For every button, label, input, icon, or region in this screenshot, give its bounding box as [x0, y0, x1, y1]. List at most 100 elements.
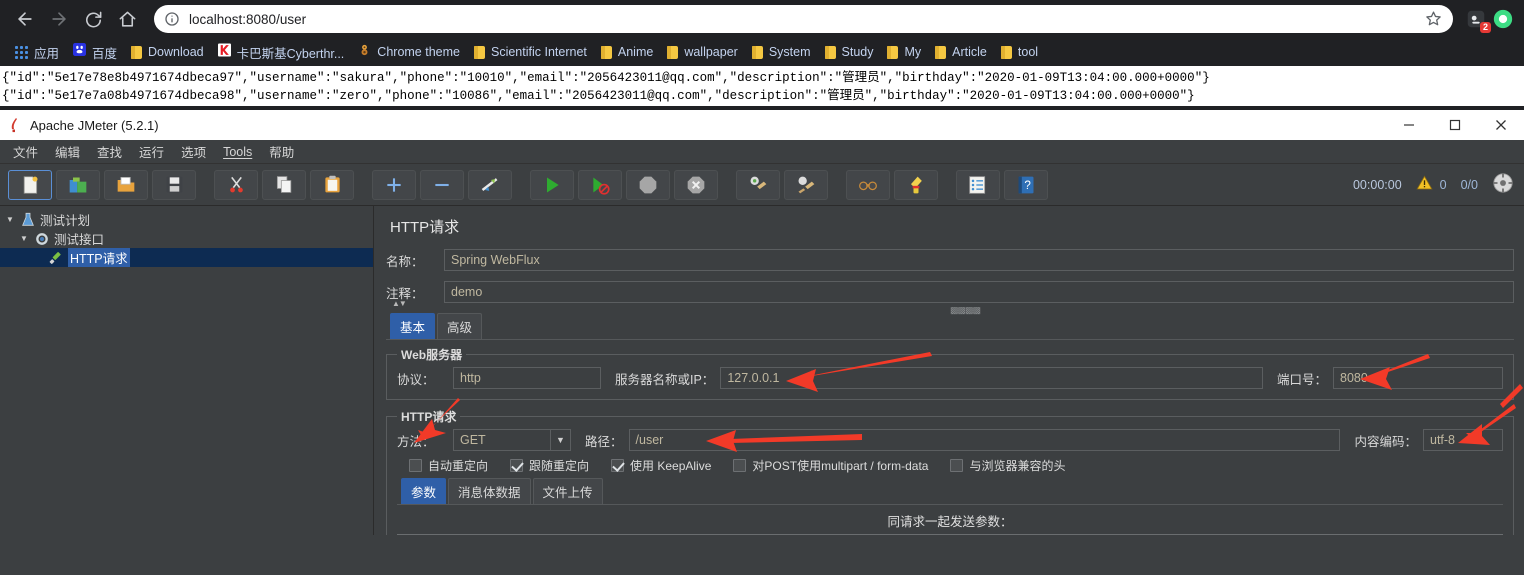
bookmark-chrome-theme[interactable]: Chrome theme	[351, 41, 467, 63]
stop-icon[interactable]	[626, 169, 670, 200]
tab-file-upload[interactable]: 文件上传	[532, 478, 603, 504]
chevron-down-icon[interactable]: ▼	[4, 215, 16, 224]
folder-icon	[473, 45, 485, 59]
bookmark-scientific-internet[interactable]: Scientific Internet	[467, 41, 594, 63]
start-no-pauses-icon[interactable]	[578, 169, 622, 200]
bookmark-label: 百度	[92, 46, 118, 61]
checkbox-box[interactable]	[611, 459, 625, 472]
server-input[interactable]: 127.0.0.1	[720, 367, 1263, 389]
web-server-legend: Web服务器	[401, 348, 463, 362]
profile-avatar-icon[interactable]	[1492, 8, 1514, 30]
checkbox-box[interactable]	[950, 459, 964, 472]
new-test-plan-icon[interactable]	[8, 169, 52, 200]
cut-icon[interactable]	[214, 169, 258, 200]
comment-input[interactable]: demo	[444, 281, 1514, 303]
checkbox-box[interactable]	[733, 459, 747, 472]
checkbox-keepalive[interactable]: 使用 KeepAlive	[611, 457, 711, 474]
address-bar-url[interactable]: localhost:8080/user	[189, 12, 1425, 27]
bookmark-baidu[interactable]: 百度	[66, 41, 124, 63]
tab-body-data[interactable]: 消息体数据	[448, 478, 531, 504]
protocol-input[interactable]: http	[453, 367, 601, 389]
split-drag-handle[interactable]: ▩▩▩▩	[950, 305, 981, 316]
checkbox-box[interactable]	[510, 459, 524, 472]
connection-status-icon[interactable]	[1492, 172, 1514, 199]
bookmark-study[interactable]: Study	[818, 41, 881, 63]
main-tabs: 基本 高级	[390, 313, 1514, 339]
bookmark-star-icon[interactable]	[1425, 10, 1443, 28]
maximize-button[interactable]	[1432, 110, 1478, 140]
shutdown-icon[interactable]	[674, 169, 718, 200]
menu-options[interactable]: 选项	[174, 139, 213, 164]
checkbox-multipart[interactable]: 对POST使用multipart / form-data	[733, 457, 928, 474]
search-icon[interactable]	[846, 169, 890, 200]
menu-search[interactable]: 查找	[90, 139, 129, 164]
menu-file[interactable]: 文件	[6, 139, 45, 164]
path-input[interactable]: /user	[628, 429, 1341, 451]
bookmark-download[interactable]: Download	[124, 41, 211, 63]
back-button[interactable]	[10, 4, 40, 34]
bookmark-article[interactable]: Article	[928, 41, 994, 63]
bookmark-system[interactable]: System	[745, 41, 818, 63]
paste-icon[interactable]	[310, 169, 354, 200]
warning-indicator[interactable]: 0	[1416, 175, 1447, 196]
help-icon[interactable]: ?	[1004, 169, 1048, 200]
method-value: GET	[460, 433, 486, 447]
start-icon[interactable]	[530, 169, 574, 200]
menu-edit[interactable]: 编辑	[48, 139, 87, 164]
home-button[interactable]	[112, 4, 142, 34]
clear-icon[interactable]	[736, 169, 780, 200]
chevron-down-icon[interactable]: ▼	[550, 430, 570, 450]
close-button[interactable]	[1478, 110, 1524, 140]
clear-all-icon[interactable]	[784, 169, 828, 200]
reload-button[interactable]	[78, 4, 108, 34]
test-plan-tree[interactable]: ▼ 测试计划 ▼ 测试接口 HTTP请求	[0, 206, 374, 535]
http-request-editor: HTTP请求 名称： Spring WebFlux 注释： demo ▲▼ ▩▩…	[374, 206, 1524, 535]
split-collapse-arrows[interactable]: ▲▼	[392, 299, 407, 308]
open-icon[interactable]	[104, 169, 148, 200]
active-threads: 0/0	[1460, 178, 1478, 192]
elapsed-timer: 00:00:00	[1352, 178, 1402, 192]
name-input[interactable]: Spring WebFlux	[444, 249, 1514, 271]
name-label: 名称：	[386, 254, 424, 269]
tree-node-test-plan[interactable]: ▼ 测试计划	[0, 210, 373, 229]
extension-icon[interactable]: 2	[1465, 8, 1491, 33]
menu-tools[interactable]: Tools	[216, 142, 259, 162]
page-title: HTTP请求	[390, 219, 460, 236]
encoding-input[interactable]: utf-8	[1423, 429, 1503, 451]
checkbox-follow-redirect[interactable]: 跟随重定向	[510, 457, 589, 474]
copy-icon[interactable]	[262, 169, 306, 200]
bookmark-kaspersky[interactable]: 卡巴斯基Cyberthr...	[211, 41, 352, 63]
theme-icon	[358, 43, 371, 62]
tab-parameters[interactable]: 参数	[401, 478, 447, 504]
minimize-button[interactable]	[1386, 110, 1432, 140]
method-label: 方法：	[397, 434, 435, 449]
bookmark-wallpaper[interactable]: wallpaper	[660, 41, 745, 63]
checkbox-browser-compatible-headers[interactable]: 与浏览器兼容的头	[950, 457, 1065, 474]
expand-icon[interactable]	[372, 169, 416, 200]
collapse-icon[interactable]	[420, 169, 464, 200]
menu-run[interactable]: 运行	[132, 139, 171, 164]
tree-node-thread-group[interactable]: ▼ 测试接口	[0, 229, 373, 248]
templates-icon[interactable]	[56, 169, 100, 200]
address-bar[interactable]: localhost:8080/user	[154, 5, 1453, 33]
bookmark-my[interactable]: My	[880, 41, 928, 63]
chevron-down-icon[interactable]: ▼	[18, 234, 30, 243]
site-info-icon[interactable]	[164, 11, 181, 28]
port-input[interactable]: 8080	[1333, 367, 1503, 389]
bookmark-apps[interactable]: 应用	[8, 41, 66, 63]
function-helper-icon[interactable]	[956, 169, 1000, 200]
reset-search-icon[interactable]	[894, 169, 938, 200]
bookmark-anime[interactable]: Anime	[594, 41, 660, 63]
checkbox-box[interactable]	[409, 459, 422, 472]
tree-node-http-request[interactable]: HTTP请求	[0, 248, 373, 267]
method-select[interactable]: GET ▼	[453, 429, 571, 451]
path-label: 路径：	[585, 434, 623, 449]
checkbox-auto-redirect[interactable]: 自动重定向	[409, 457, 488, 474]
bookmark-label: wallpaper	[684, 45, 738, 59]
forward-button[interactable]	[44, 4, 74, 34]
save-icon[interactable]	[152, 169, 196, 200]
request-options-row: 自动重定向 跟随重定向 使用 KeepAlive 对POST使用multipar…	[409, 457, 1503, 474]
menu-help[interactable]: 帮助	[262, 139, 301, 164]
toggle-icon[interactable]	[468, 169, 512, 200]
bookmark-tool[interactable]: tool	[994, 41, 1045, 63]
